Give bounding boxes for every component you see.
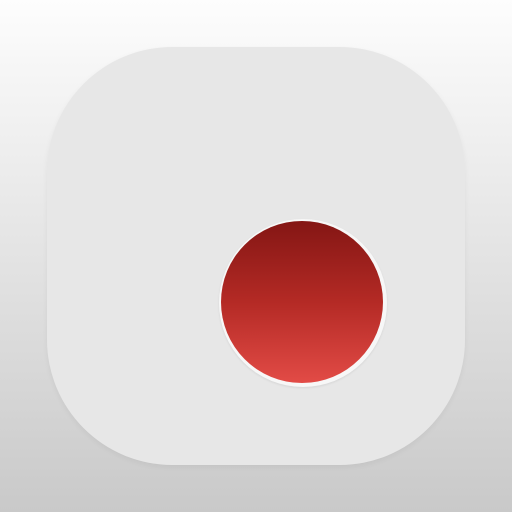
- screen: [0, 0, 512, 512]
- app-icon-tile[interactable]: [47, 47, 465, 465]
- record-button[interactable]: [219, 219, 387, 387]
- record-icon: [221, 221, 383, 383]
